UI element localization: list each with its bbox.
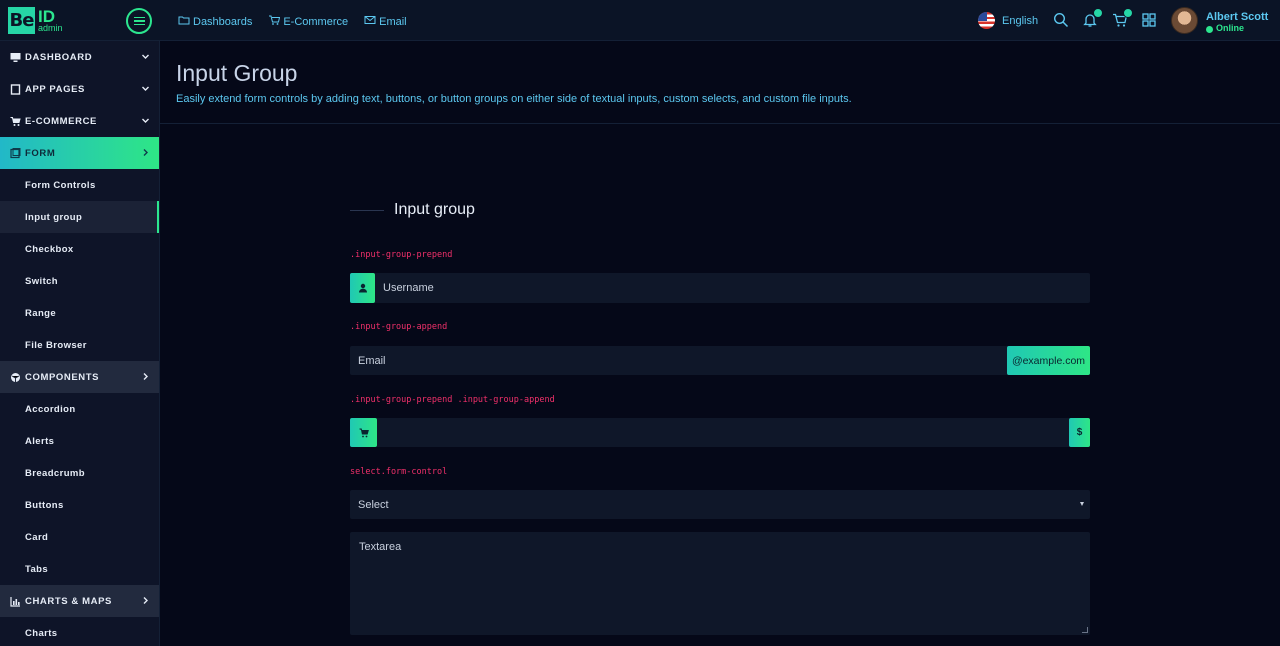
cart-icon[interactable] — [1112, 8, 1133, 28]
sidebar-subitem-input-group[interactable]: Input group — [0, 201, 159, 233]
logo-admin: admin — [38, 23, 63, 33]
cart-icon — [268, 14, 281, 29]
username-input[interactable]: Username — [375, 282, 1090, 294]
sidebar-subitem-alerts[interactable]: Alerts — [0, 425, 159, 457]
chevron-right-icon — [141, 148, 150, 157]
mail-icon — [364, 14, 376, 29]
chevron-right-icon — [141, 372, 150, 381]
top-navigation: Dashboards E-Commerce Email — [178, 14, 407, 29]
logo-mark: Be — [8, 7, 35, 34]
textarea-field[interactable]: Textarea — [350, 532, 1090, 635]
cart-icon — [359, 428, 369, 437]
page-subtitle: Easily extend form controls by adding te… — [176, 93, 852, 105]
code-label-select: select.form-control — [350, 467, 448, 477]
logo[interactable]: Be ID admin — [8, 7, 63, 34]
sidebar-subitem-form-controls[interactable]: Form Controls — [0, 169, 159, 201]
code-label-append: .input-group-append — [350, 322, 448, 332]
cart-badge — [1123, 8, 1133, 18]
user-addon — [350, 273, 375, 303]
nav-ecommerce-label: E-Commerce — [283, 15, 349, 28]
language-label: English — [1002, 14, 1039, 27]
nav-dashboards-label: Dashboards — [193, 15, 253, 28]
bell-icon[interactable] — [1082, 8, 1103, 28]
select-field[interactable]: Select — [350, 490, 1090, 519]
chevron-right-icon — [141, 596, 150, 605]
sidebar-subitem-range[interactable]: Range — [0, 297, 159, 329]
sidebar: DASHBOARD APP PAGES E-COMMERCE FORM Form… — [0, 41, 160, 646]
sidebar-item-dashboard[interactable]: DASHBOARD — [0, 41, 159, 73]
cube-icon — [10, 372, 21, 383]
user-status: Online — [1206, 23, 1268, 34]
nav-email-label: Email — [379, 15, 407, 28]
chevron-down-icon — [141, 52, 150, 61]
sidebar-subitem-checkbox[interactable]: Checkbox — [0, 233, 159, 265]
menu-toggle-button[interactable] — [126, 8, 152, 34]
notification-badge — [1093, 8, 1103, 18]
tablet-icon — [10, 83, 21, 95]
dollar-addon: $ — [1069, 418, 1090, 447]
email-input[interactable]: Email — [350, 355, 1007, 367]
caret-down-icon — [1080, 502, 1084, 506]
resize-handle-icon[interactable] — [1082, 627, 1088, 633]
us-flag-icon — [978, 12, 995, 29]
cart-addon — [350, 418, 377, 447]
card-title-divider — [350, 210, 384, 211]
sidebar-item-charts-maps[interactable]: CHARTS & MAPS — [0, 585, 159, 617]
sidebar-item-app-pages[interactable]: APP PAGES — [0, 73, 159, 105]
card-title: Input group — [394, 201, 475, 218]
chevron-down-icon — [141, 84, 150, 93]
sidebar-subitem-charts[interactable]: Charts — [0, 617, 159, 646]
chart-icon — [10, 596, 21, 607]
online-dot-icon — [1206, 25, 1213, 33]
page-title: Input Group — [176, 60, 298, 86]
sidebar-subitem-tabs[interactable]: Tabs — [0, 553, 159, 585]
form-icon — [10, 147, 21, 159]
sidebar-subitem-buttons[interactable]: Buttons — [0, 489, 159, 521]
monitor-icon — [10, 52, 21, 63]
user-name: Albert Scott — [1206, 11, 1269, 23]
sidebar-subitem-card[interactable]: Card — [0, 521, 159, 553]
nav-dashboards[interactable]: Dashboards — [178, 14, 252, 29]
nav-ecommerce[interactable]: E-Commerce — [268, 14, 348, 29]
sidebar-item-components[interactable]: COMPONENTS — [0, 361, 159, 393]
sidebar-subitem-switch[interactable]: Switch — [0, 265, 159, 297]
avatar[interactable] — [1171, 7, 1198, 34]
sidebar-subitem-file-browser[interactable]: File Browser — [0, 329, 159, 361]
top-bar: Be ID admin Dashboards E-Commerce Email … — [0, 0, 1280, 41]
code-label-prepend-append: .input-group-prepend .input-group-append — [350, 395, 555, 405]
page-header: Input Group Easily extend form controls … — [160, 41, 1280, 124]
cart-icon — [10, 116, 21, 127]
select-value: Select — [358, 498, 389, 511]
search-icon[interactable] — [1053, 12, 1069, 28]
nav-email[interactable]: Email — [364, 14, 407, 29]
username-input-group[interactable]: Username — [350, 273, 1090, 303]
apps-grid-icon[interactable] — [1141, 12, 1157, 28]
user-menu[interactable]: Albert Scott Online — [1206, 11, 1268, 34]
amount-input-group[interactable]: $ — [350, 418, 1090, 447]
textarea-placeholder: Textarea — [359, 541, 402, 553]
code-label-prepend: .input-group-prepend — [350, 250, 453, 260]
user-icon — [358, 283, 367, 293]
sidebar-subitem-breadcrumb[interactable]: Breadcrumb — [0, 457, 159, 489]
sidebar-item-form[interactable]: FORM — [0, 137, 159, 169]
folder-icon — [178, 14, 190, 29]
sidebar-subitem-accordion[interactable]: Accordion — [0, 393, 159, 425]
email-domain-addon: @example.com — [1007, 346, 1090, 375]
email-input-group[interactable]: Email @example.com — [350, 346, 1090, 375]
language-selector[interactable]: English — [978, 12, 1038, 29]
sidebar-item-ecommerce[interactable]: E-COMMERCE — [0, 105, 159, 137]
chevron-down-icon — [141, 116, 150, 125]
